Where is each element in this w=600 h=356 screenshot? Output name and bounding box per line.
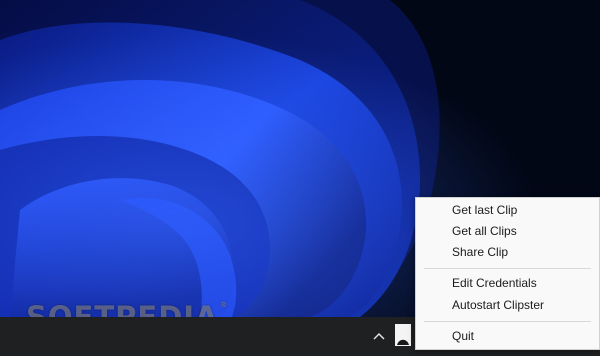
menu-separator bbox=[424, 321, 591, 322]
chevron-up-icon[interactable] bbox=[368, 324, 390, 348]
menu-separator bbox=[424, 268, 591, 269]
menu-item-get-last-clip[interactable]: Get last Clip bbox=[416, 200, 599, 221]
menu-item-autostart-clipster[interactable]: Autostart Clipster bbox=[416, 295, 599, 316]
tray-context-menu: Get last Clip Get all Clips Share Clip E… bbox=[415, 197, 600, 350]
menu-item-share-clip[interactable]: Share Clip bbox=[416, 242, 599, 263]
desktop-screen: SOFTPEDIA® Get last Clip Get all Clips S… bbox=[0, 0, 600, 356]
menu-item-get-all-clips[interactable]: Get all Clips bbox=[416, 221, 599, 242]
clipster-tray-icon[interactable] bbox=[395, 324, 411, 346]
menu-item-quit[interactable]: Quit bbox=[416, 326, 599, 347]
menu-item-edit-credentials[interactable]: Edit Credentials bbox=[416, 273, 599, 294]
